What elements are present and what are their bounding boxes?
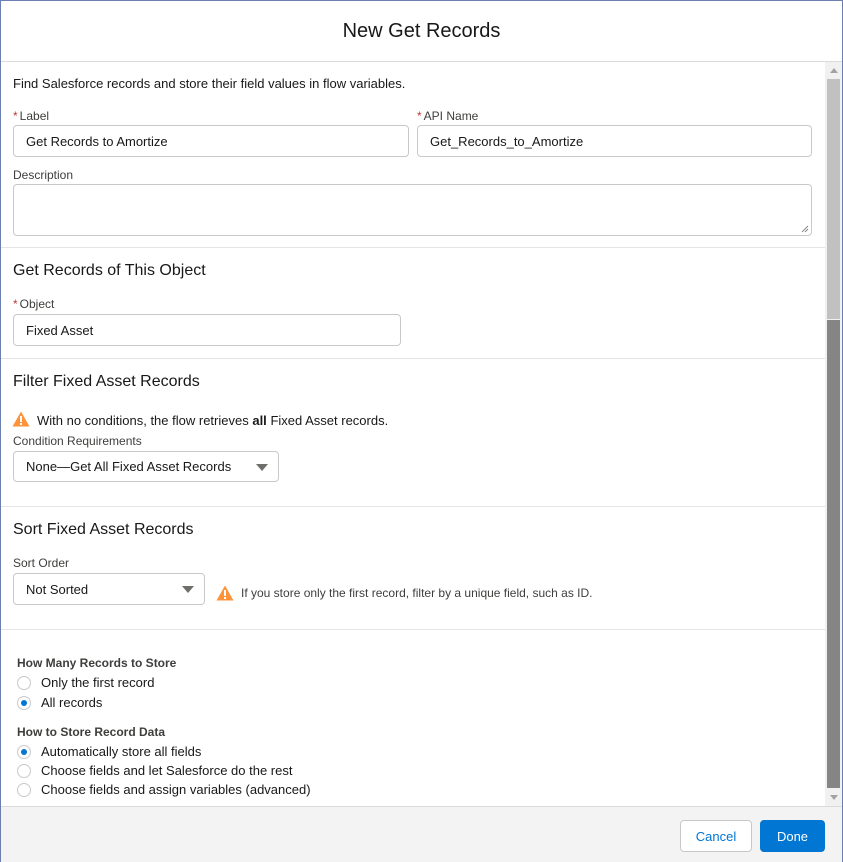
radio-auto-store-all-fields[interactable]: Automatically store all fields — [17, 744, 201, 759]
radio-button[interactable] — [17, 782, 31, 797]
sort-section-title: Sort Fixed Asset Records — [13, 521, 194, 538]
object-section-title: Get Records of This Object — [13, 262, 206, 279]
warning-text-before: With no conditions, the flow retrieves — [37, 413, 249, 428]
radio-button[interactable] — [17, 695, 31, 710]
cancel-button[interactable]: Cancel — [680, 820, 752, 852]
condition-requirements-value: None—Get All Fixed Asset Records — [26, 459, 232, 474]
condition-requirements-label: Condition Requirements — [13, 434, 142, 448]
radio-label: Only the first record — [41, 675, 155, 690]
filter-section-title: Filter Fixed Asset Records — [13, 373, 200, 390]
required-mark: * — [13, 109, 18, 123]
radio-choose-fields-salesforce[interactable]: Choose fields and let Salesforce do the … — [17, 763, 292, 778]
label-field-label: * Label — [13, 109, 49, 123]
chevron-down-icon — [182, 586, 194, 593]
how-store-label: How to Store Record Data — [17, 725, 166, 739]
warning-text-bold: all — [252, 413, 267, 428]
how-many-label: How Many Records to Store — [17, 656, 177, 670]
scrollbar-thumb[interactable] — [827, 320, 840, 788]
object-field-label: * Object — [13, 297, 54, 311]
sort-order-select[interactable]: Not Sorted — [13, 573, 205, 605]
warning-icon — [12, 411, 30, 427]
sort-order-value: Not Sorted — [26, 581, 89, 597]
resize-grip-icon[interactable] — [801, 225, 809, 233]
object-section: Get Records of This Object * Object Fixed… — [1, 248, 825, 359]
radio-label: Choose fields and assign variables (adva… — [41, 782, 311, 797]
modal-title: New Get Records — [342, 19, 501, 42]
radio-label: Choose fields and let Salesforce do the … — [41, 763, 293, 778]
scroll-down-arrow-icon[interactable] — [825, 789, 842, 806]
description-textarea[interactable] — [13, 184, 812, 236]
filter-section: Filter Fixed Asset Records With no condi… — [1, 359, 825, 507]
radio-button[interactable] — [17, 744, 31, 759]
warning-icon — [216, 585, 234, 601]
label-input[interactable]: Get Records to Amortize — [13, 125, 409, 157]
scroll-up-arrow-icon[interactable] — [825, 62, 842, 79]
api-name-input[interactable]: Get_Records_to_Amortize — [417, 125, 812, 157]
description-label: Description — [13, 168, 74, 182]
api-name-field-label: * API Name — [417, 109, 478, 123]
object-input[interactable]: Fixed Asset — [13, 314, 401, 346]
filter-warning-text: With no conditions, the flow retrieves a… — [37, 413, 388, 428]
modal-footer: Cancel Done — [1, 806, 842, 862]
sort-warning-text: If you store only the first record, filt… — [241, 586, 593, 600]
label-text: Label — [19, 109, 50, 123]
intro-text: Find Salesforce records and store their … — [13, 76, 406, 91]
warning-text-after: Fixed Asset records. — [270, 413, 389, 428]
chevron-down-icon — [256, 464, 268, 471]
modal-header: New Get Records — [1, 1, 842, 62]
scrollbar-track-upper[interactable] — [827, 79, 840, 319]
sort-order-label: Sort Order — [13, 556, 70, 570]
vertical-scrollbar[interactable] — [825, 62, 842, 806]
radio-all-records[interactable]: All records — [17, 695, 102, 710]
required-mark: * — [417, 109, 422, 123]
object-label-text: Object — [19, 297, 55, 311]
sort-section: Sort Fixed Asset Records Sort Order Not … — [1, 507, 825, 630]
radio-button[interactable] — [17, 763, 31, 778]
radio-button[interactable] — [17, 675, 31, 690]
modal-body: Find Salesforce records and store their … — [1, 62, 825, 806]
radio-label: All records — [41, 695, 103, 710]
done-button[interactable]: Done — [760, 820, 825, 852]
required-mark: * — [13, 297, 18, 311]
radio-label: Automatically store all fields — [41, 744, 202, 759]
condition-requirements-select[interactable]: None—Get All Fixed Asset Records — [13, 451, 279, 482]
api-name-text: API Name — [423, 109, 479, 123]
details-section: Find Salesforce records and store their … — [1, 62, 825, 248]
storage-options: How Many Records to Store Only the first… — [1, 630, 825, 806]
modal-dialog: New Get Records Find Salesforce records … — [0, 0, 843, 862]
radio-choose-fields-assign-variables[interactable]: Choose fields and assign variables (adva… — [17, 782, 311, 797]
radio-only-first-record[interactable]: Only the first record — [17, 675, 154, 690]
